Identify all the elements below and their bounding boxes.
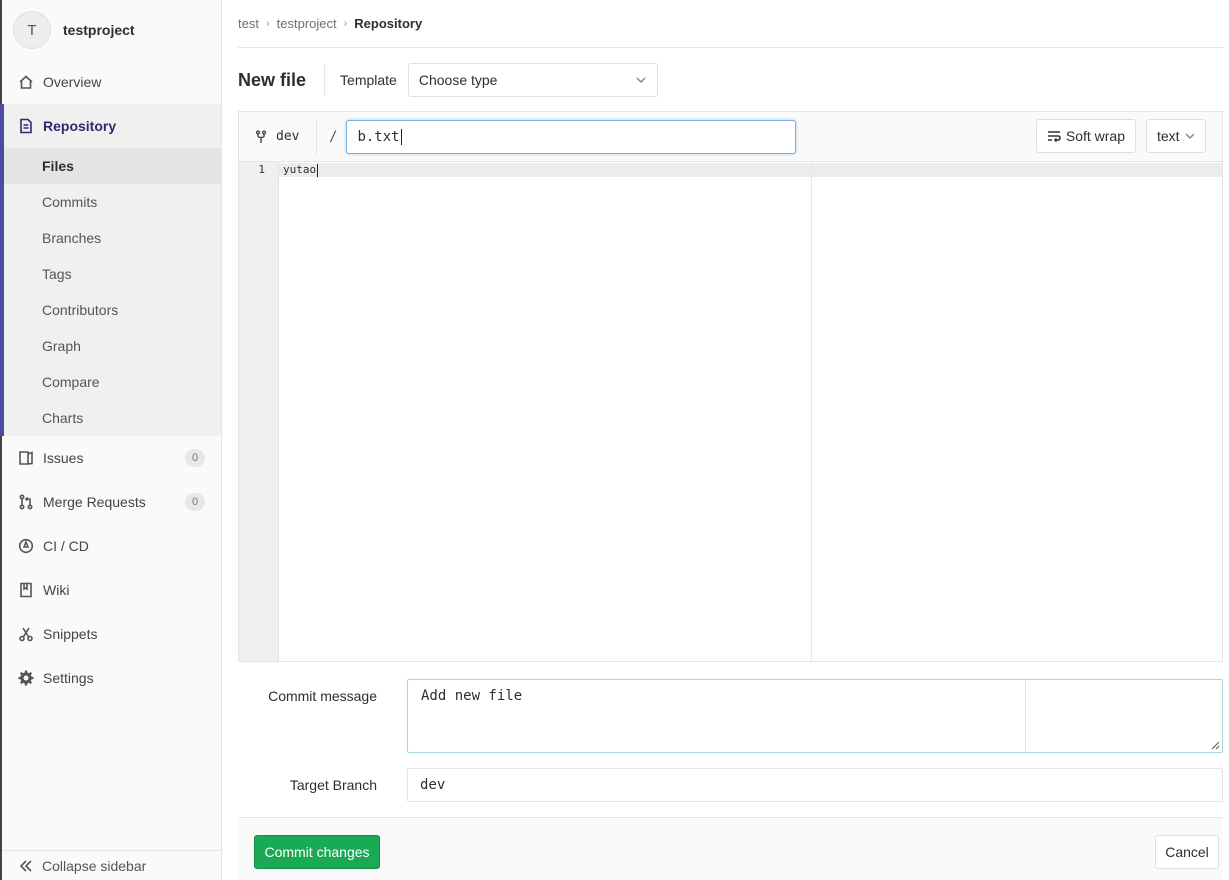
project-name[interactable]: testproject <box>63 22 135 38</box>
editor-header: dev / b.txt Soft wrap text <box>239 112 1222 162</box>
breadcrumb: test › testproject › Repository <box>238 0 1223 48</box>
sidebar-subitem-tags[interactable]: Tags <box>4 256 221 292</box>
sidebar-item-label: Settings <box>43 670 94 686</box>
sidebar-item-label: CI / CD <box>43 538 89 554</box>
file-name-input[interactable]: b.txt <box>346 119 797 154</box>
sidebar-subitem-files[interactable]: Files <box>4 148 221 184</box>
sidebar-item-merge-requests[interactable]: Merge Requests 0 <box>2 480 221 524</box>
sidebar-subitem-branches[interactable]: Branches <box>4 220 221 256</box>
print-margin <box>811 162 812 661</box>
file-mode-dropdown[interactable]: text <box>1146 119 1206 153</box>
code-line: yutao <box>279 163 1222 177</box>
project-avatar[interactable]: T <box>13 11 51 49</box>
sidebar-item-repository[interactable]: Repository <box>4 104 221 148</box>
branch-icon <box>255 129 267 143</box>
sidebar-subitem-commits[interactable]: Commits <box>4 184 221 220</box>
merge-requests-count-badge: 0 <box>185 493 205 511</box>
gear-icon <box>18 670 34 686</box>
document-icon <box>18 118 34 134</box>
line-number: 1 <box>258 163 265 176</box>
cancel-button[interactable]: Cancel <box>1155 835 1219 869</box>
soft-wrap-button[interactable]: Soft wrap <box>1035 119 1136 153</box>
sidebar-subitem-charts[interactable]: Charts <box>4 400 221 436</box>
sidebar-item-label: Snippets <box>43 626 98 642</box>
form-actions: Commit changes Cancel <box>238 817 1223 880</box>
sidebar-subitem-contributors[interactable]: Contributors <box>4 292 221 328</box>
commit-message-textarea[interactable]: Add new file <box>407 679 1223 753</box>
file-mode-value: text <box>1157 128 1180 144</box>
file-name-value: b.txt <box>357 128 400 145</box>
scissors-icon <box>18 626 34 642</box>
issues-icon <box>18 450 34 466</box>
resize-grip-icon[interactable] <box>1211 741 1220 750</box>
breadcrumb-item-project[interactable]: testproject <box>277 16 337 31</box>
path-separator: / <box>329 128 338 145</box>
sidebar-item-overview[interactable]: Overview <box>2 60 221 104</box>
page-title: New file <box>238 64 326 96</box>
commit-message-ruler <box>1025 680 1026 752</box>
template-type-dropdown[interactable]: Choose type <box>407 63 658 97</box>
sidebar-item-label: Overview <box>43 74 102 90</box>
main-content: test › testproject › Repository New file… <box>238 0 1223 880</box>
sidebar-item-wiki[interactable]: Wiki <box>2 568 221 612</box>
sidebar-subitem-graph[interactable]: Graph <box>4 328 221 364</box>
sidebar-item-label: Repository <box>43 118 117 134</box>
issues-count-badge: 0 <box>185 449 205 467</box>
template-type-value: Choose type <box>418 72 498 88</box>
breadcrumb-item-current[interactable]: Repository <box>354 16 422 31</box>
code-editor-area[interactable]: yutao <box>279 162 1222 661</box>
template-label: Template <box>340 72 397 88</box>
commit-message-value: Add new file <box>421 688 523 704</box>
collapse-sidebar-label: Collapse sidebar <box>42 857 147 874</box>
target-branch-value: dev <box>420 777 446 793</box>
chevron-right-icon: › <box>265 17 270 30</box>
branch-name: dev <box>276 129 300 144</box>
project-header[interactable]: T testproject <box>2 0 221 60</box>
sidebar-item-label: Issues <box>43 450 84 466</box>
sidebar-subitem-compare[interactable]: Compare <box>4 364 221 400</box>
collapse-sidebar-button[interactable]: Collapse sidebar <box>2 850 222 880</box>
target-branch-input[interactable]: dev <box>407 768 1223 802</box>
sidebar-item-settings[interactable]: Settings <box>2 656 221 700</box>
sidebar-item-label: Wiki <box>43 582 70 598</box>
target-branch-label: Target Branch <box>289 777 377 793</box>
rocket-icon <box>18 538 34 554</box>
chevron-down-icon <box>1185 133 1195 140</box>
commit-message-row: Commit message Add new file <box>238 679 1223 753</box>
wrap-icon <box>1047 131 1061 143</box>
chevron-down-icon <box>636 77 646 84</box>
book-icon <box>18 582 34 598</box>
repository-section: Repository Files Commits Branches Tags C… <box>0 104 221 436</box>
sidebar-item-issues[interactable]: Issues 0 <box>2 436 221 480</box>
line-number-gutter: 1 <box>239 162 279 661</box>
sidebar-item-snippets[interactable]: Snippets <box>2 612 221 656</box>
sidebar-item-cicd[interactable]: CI / CD <box>2 524 221 568</box>
breadcrumb-item-group[interactable]: test <box>238 16 259 31</box>
text-cursor <box>317 163 319 177</box>
double-chevron-left-icon <box>18 858 34 874</box>
target-branch-row: Target Branch dev <box>238 768 1223 802</box>
file-editor: dev / b.txt Soft wrap text 1 yutao <box>238 111 1223 662</box>
commit-changes-button[interactable]: Commit changes <box>254 835 380 869</box>
chevron-right-icon: › <box>343 17 348 30</box>
merge-request-icon <box>18 494 34 510</box>
file-title-row: New file Template Choose type <box>238 48 1223 112</box>
home-icon <box>18 74 34 90</box>
code-line-text: yutao <box>283 163 317 176</box>
text-cursor <box>400 128 402 145</box>
branch-indicator: dev <box>239 119 317 154</box>
soft-wrap-label: Soft wrap <box>1065 128 1125 144</box>
commit-message-label: Commit message <box>268 688 377 704</box>
sidebar-item-label: Merge Requests <box>43 494 146 510</box>
sidebar: T testproject Overview Repository Files … <box>0 0 222 880</box>
